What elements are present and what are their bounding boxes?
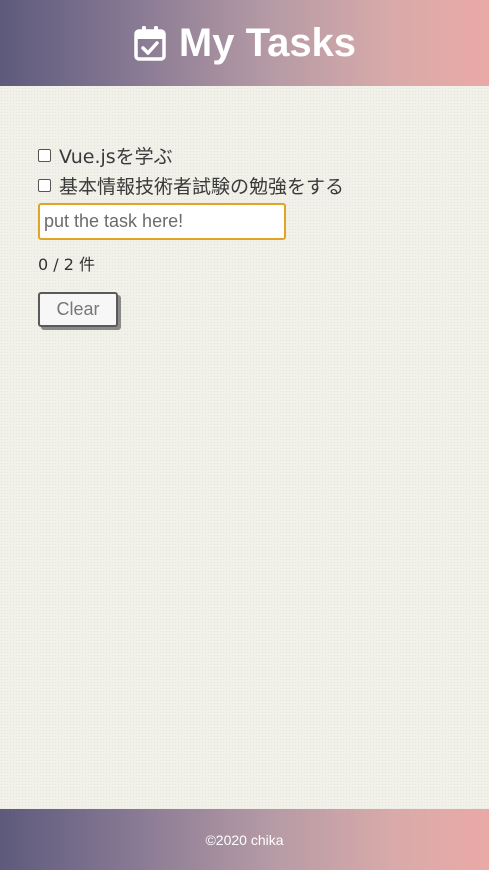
task-panel: Vue.jsを学ぶ 基本情報技術者試験の勉強をする 0 / 2 件 Clear	[38, 140, 458, 327]
task-checkbox[interactable]	[38, 148, 51, 162]
copyright-text: ©2020 chika	[205, 831, 284, 848]
new-task-input[interactable]	[38, 203, 286, 240]
task-checkbox[interactable]	[38, 178, 51, 192]
clear-button[interactable]: Clear	[38, 292, 118, 327]
task-item[interactable]: Vue.jsを学ぶ	[38, 140, 458, 170]
page-title: My Tasks	[178, 20, 357, 65]
task-item[interactable]: 基本情報技術者試験の勉強をする	[38, 170, 458, 200]
calendar-check-icon	[134, 26, 166, 61]
app-header: My Tasks	[0, 0, 489, 86]
task-counter: 0 / 2 件	[38, 255, 96, 274]
app-footer: ©2020 chika	[0, 809, 489, 870]
task-label: 基本情報技術者試験の勉強をする	[59, 175, 345, 198]
task-label: Vue.jsを学ぶ	[59, 145, 173, 168]
